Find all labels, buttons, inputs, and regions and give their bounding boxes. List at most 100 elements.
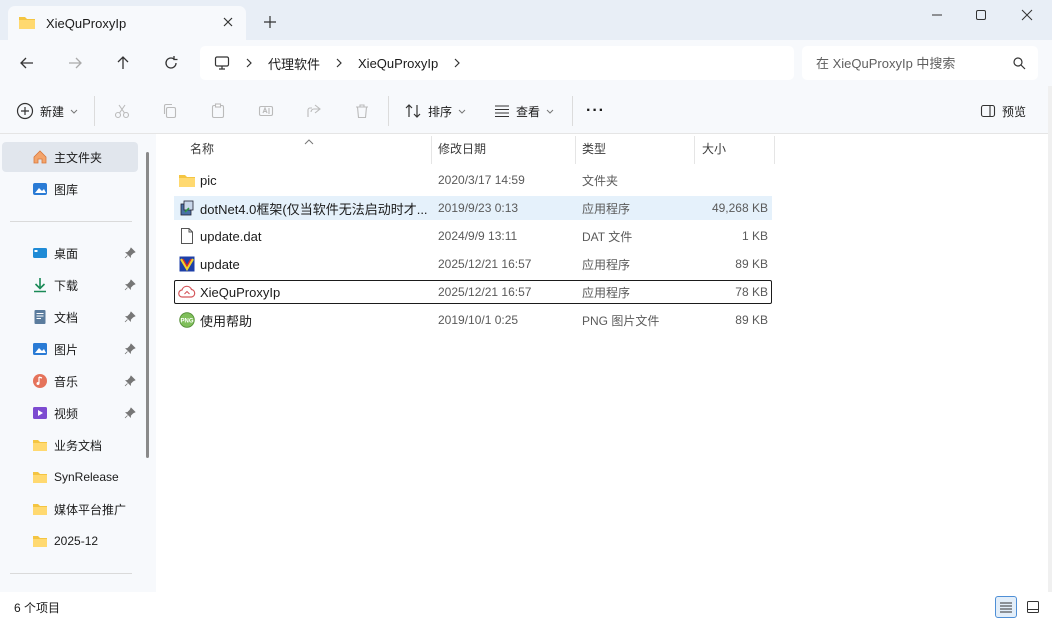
column-divider[interactable] xyxy=(575,136,576,164)
address-bar[interactable]: 代理软件 XieQuProxyIp xyxy=(200,46,794,80)
sidebar-item-documents[interactable]: 文档 xyxy=(2,302,138,332)
file-size: 78 KB xyxy=(735,285,768,299)
pin-icon[interactable] xyxy=(124,375,136,390)
view-list-icon xyxy=(494,103,510,119)
arrow-up-icon[interactable] xyxy=(110,50,136,76)
breadcrumb-segment[interactable]: 代理软件 xyxy=(268,54,320,73)
file-date: 2020/3/17 14:59 xyxy=(438,173,525,187)
file-size: 49,268 KB xyxy=(711,201,768,215)
sidebar-item-label: 2025-12 xyxy=(54,534,99,548)
close-icon[interactable] xyxy=(220,14,236,30)
sidebar-scrollbar[interactable] xyxy=(146,152,149,458)
tab-xiequproxyip[interactable]: XieQuProxyIp xyxy=(8,6,246,40)
computer-icon[interactable] xyxy=(214,55,230,71)
pin-icon[interactable] xyxy=(124,343,136,358)
sidebar-item-downloads[interactable]: 下载 xyxy=(2,270,138,300)
file-name-cell: dotNet4.0框架(仅当软件无法启动时才... xyxy=(178,196,428,220)
arrow-right-icon[interactable] xyxy=(62,50,88,76)
search-icon[interactable] xyxy=(1012,56,1026,73)
toolbar-divider xyxy=(94,96,95,126)
chevron-right-icon[interactable] xyxy=(334,58,344,68)
file-row[interactable]: pic 2020/3/17 14:59 文件夹 xyxy=(174,168,772,192)
gallery-icon xyxy=(32,181,48,197)
new-label: 新建 xyxy=(40,104,65,119)
file-type: 应用程序 xyxy=(582,201,631,216)
file-name-cell: XieQuProxyIp xyxy=(178,280,428,304)
minimize-icon[interactable] xyxy=(914,0,960,30)
command-bar: 新建 排序 查看 ··· 预览 xyxy=(0,86,1052,134)
file-name: dotNet4.0框架(仅当软件无法启动时才... xyxy=(200,201,428,217)
file-row[interactable]: XieQuProxyIp 2025/12/21 16:57 应用程序 78 KB xyxy=(174,280,772,304)
file-row[interactable]: dotNet4.0框架(仅当软件无法启动时才... 2019/9/23 0:13… xyxy=(174,196,772,220)
chevron-right-icon[interactable] xyxy=(452,58,462,68)
new-button[interactable]: 新建 xyxy=(16,98,78,124)
plus-circle-icon xyxy=(16,102,34,120)
sidebar-item-label: 下载 xyxy=(54,278,79,293)
pin-icon[interactable] xyxy=(124,279,136,294)
details-view-icon[interactable] xyxy=(995,596,1017,618)
pin-icon[interactable] xyxy=(124,407,136,422)
file-name: 使用帮助 xyxy=(200,313,253,329)
sidebar-item-folder[interactable]: 业务文档 xyxy=(2,430,138,460)
breadcrumb-segment[interactable]: XieQuProxyIp xyxy=(358,56,438,71)
file-type: DAT 文件 xyxy=(582,229,633,244)
copy-icon[interactable] xyxy=(162,98,178,124)
sidebar-item-desktop[interactable]: 桌面 xyxy=(2,238,138,268)
file-row[interactable]: PNG 使用帮助 2019/10/1 0:25 PNG 图片文件 89 KB xyxy=(174,308,772,332)
chevron-down-icon xyxy=(70,104,78,118)
column-header-size[interactable]: 大小 xyxy=(702,134,772,162)
sidebar-item-folder[interactable]: SynRelease xyxy=(2,462,138,492)
refresh-icon[interactable] xyxy=(158,50,184,76)
file-date: 2025/12/21 16:57 xyxy=(438,285,532,299)
search-input[interactable] xyxy=(816,55,1006,71)
folder-icon xyxy=(32,469,48,485)
column-divider[interactable] xyxy=(431,136,432,164)
status-bar: 6 个项目 xyxy=(0,592,1052,620)
sidebar-item-home[interactable]: 主文件夹 xyxy=(2,142,138,172)
column-header-type[interactable]: 类型 xyxy=(582,134,692,162)
preview-button[interactable]: 预览 xyxy=(980,98,1026,124)
file-row[interactable]: update 2025/12/21 16:57 应用程序 89 KB xyxy=(174,252,772,276)
chevron-right-icon[interactable] xyxy=(244,58,254,68)
maximize-icon[interactable] xyxy=(958,0,1004,30)
toolbar-divider xyxy=(572,96,573,126)
sidebar-item-folder[interactable]: 媒体平台推广 xyxy=(2,494,138,524)
navigation-bar: 代理软件 XieQuProxyIp xyxy=(0,40,1052,86)
sidebar-item-label: 图片 xyxy=(54,342,79,357)
window-scrollbar-track[interactable] xyxy=(1048,86,1052,592)
folder-icon xyxy=(32,501,48,517)
picture-icon xyxy=(32,341,48,357)
file-size xyxy=(694,168,768,192)
item-count: 6 个项目 xyxy=(14,601,61,615)
file-date: 2024/9/9 13:11 xyxy=(438,229,518,243)
column-header-name[interactable]: 名称 xyxy=(190,134,420,162)
rename-icon[interactable] xyxy=(258,98,274,124)
sidebar-item-folder[interactable]: 2025-12 xyxy=(2,526,138,556)
pin-icon[interactable] xyxy=(124,311,136,326)
file-type: 应用程序 xyxy=(582,257,631,272)
sidebar-item-videos[interactable]: 视频 xyxy=(2,398,138,428)
pin-icon[interactable] xyxy=(124,247,136,262)
more-options-button[interactable]: ··· xyxy=(586,98,605,124)
column-divider[interactable] xyxy=(774,136,775,164)
plus-icon[interactable] xyxy=(262,14,278,30)
share-icon[interactable] xyxy=(306,98,322,124)
arrow-left-icon[interactable] xyxy=(14,50,40,76)
sort-button[interactable]: 排序 xyxy=(404,98,466,124)
column-header-date[interactable]: 修改日期 xyxy=(438,134,568,162)
tiles-view-icon[interactable] xyxy=(1022,596,1044,618)
sidebar-item-label: 媒体平台推广 xyxy=(54,502,127,517)
delete-icon[interactable] xyxy=(354,98,370,124)
sidebar-item-music[interactable]: 音乐 xyxy=(2,366,138,396)
cloud-app-icon xyxy=(178,283,196,301)
sidebar-item-pictures[interactable]: 图片 xyxy=(2,334,138,364)
sidebar-item-gallery[interactable]: 图库 xyxy=(2,174,138,204)
file-date: 2025/12/21 16:57 xyxy=(438,257,532,271)
column-divider[interactable] xyxy=(694,136,695,164)
close-window-icon[interactable] xyxy=(1004,0,1050,30)
cut-icon[interactable] xyxy=(114,98,130,124)
paste-icon[interactable] xyxy=(210,98,226,124)
view-button[interactable]: 查看 xyxy=(494,98,554,124)
sort-icon xyxy=(404,103,422,119)
file-row[interactable]: update.dat 2024/9/9 13:11 DAT 文件 1 KB xyxy=(174,224,772,248)
